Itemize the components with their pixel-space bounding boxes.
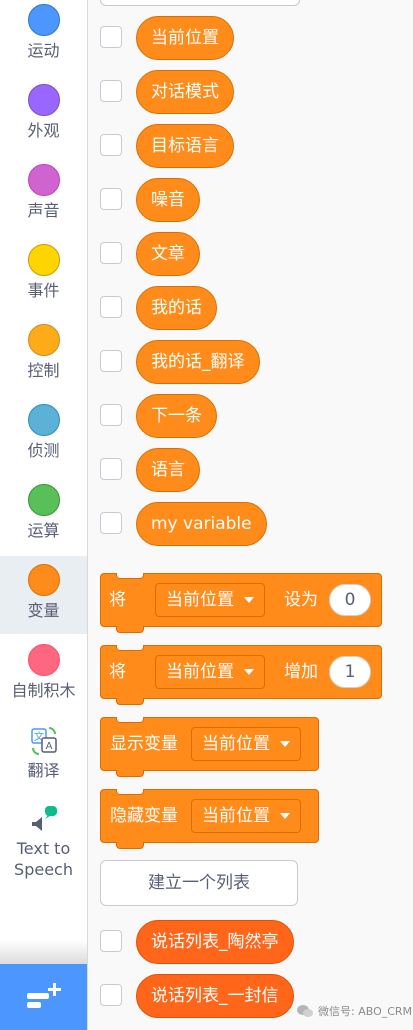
variable-reporter[interactable]: 当前位置 xyxy=(136,16,234,60)
category-sound[interactable]: 声音 xyxy=(0,160,87,238)
list-checkbox[interactable] xyxy=(100,984,122,1006)
variable-dropdown[interactable]: 当前位置 xyxy=(191,727,301,761)
variable-reporter[interactable]: 文章 xyxy=(136,232,200,276)
category-label: 运动 xyxy=(27,41,60,60)
events-dot-icon xyxy=(27,244,60,276)
category-label: 外观 xyxy=(27,121,60,140)
variable-reporter[interactable]: my variable xyxy=(136,502,267,546)
add-extension-button[interactable] xyxy=(0,964,87,1030)
list-reporter[interactable]: 说话列表_一封信 xyxy=(136,974,294,1018)
dropdown-arrow-icon xyxy=(280,741,290,747)
block-text: 增加 xyxy=(284,662,318,682)
watermark: 微信号: ABO_CRM xyxy=(296,1000,412,1022)
block-text: 将 xyxy=(109,662,126,682)
variable-checkbox[interactable] xyxy=(100,134,122,156)
variable-checkbox[interactable] xyxy=(100,242,122,264)
category-sidebar: 运动 外观 声音 事件 控制 侦测 运算 变量 自制积木 文 A 翻译 Text… xyxy=(0,0,88,1030)
change-variable-block[interactable]: 将 当前位置 增加 1 xyxy=(100,645,382,705)
block-text: 隐藏变量 xyxy=(110,806,178,826)
variable-reporter[interactable]: 下一条 xyxy=(136,394,217,438)
variable-checkbox[interactable] xyxy=(100,80,122,102)
category-looks[interactable]: 外观 xyxy=(0,80,87,158)
category-label: 运算 xyxy=(27,521,60,540)
translate-icon: 文 A xyxy=(27,724,61,758)
list-checkbox[interactable] xyxy=(100,930,122,952)
variable-checkbox[interactable] xyxy=(100,404,122,426)
category-events[interactable]: 事件 xyxy=(0,240,87,318)
variable-reporter[interactable]: 噪音 xyxy=(136,178,200,222)
variable-dropdown[interactable]: 当前位置 xyxy=(155,583,265,617)
dropdown-value: 当前位置 xyxy=(202,806,270,826)
list-reporter[interactable]: 说话列表_陶然亭 xyxy=(136,920,294,964)
category-label: 事件 xyxy=(27,281,60,300)
category-label: 自制积木 xyxy=(11,681,76,700)
variable-reporter[interactable]: 我的话 xyxy=(136,286,217,330)
variable-checkbox[interactable] xyxy=(100,296,122,318)
variable-dropdown[interactable]: 当前位置 xyxy=(155,655,265,689)
block-text: 将 xyxy=(109,590,126,610)
dropdown-value: 当前位置 xyxy=(166,590,234,610)
category-label: 侦测 xyxy=(27,441,60,460)
add-extension-icon xyxy=(26,983,61,1008)
motion-dot-icon xyxy=(27,4,60,36)
speaker-icon xyxy=(27,802,61,836)
watermark-text: 微信号: ABO_CRM xyxy=(318,1005,413,1018)
variable-dropdown[interactable]: 当前位置 xyxy=(191,799,301,833)
dropdown-arrow-icon xyxy=(244,669,254,675)
wechat-icon xyxy=(297,1005,313,1017)
operators-dot-icon xyxy=(27,484,60,516)
category-label: 变量 xyxy=(27,601,60,620)
block-palette: 当前位置 对话模式 目标语言 噪音 文章 我的话 我的话_翻译 下一条 语言 m… xyxy=(88,0,413,1030)
sound-dot-icon xyxy=(27,164,60,196)
variable-checkbox[interactable] xyxy=(100,458,122,480)
category-my-blocks[interactable]: 自制积木 xyxy=(0,640,87,718)
set-variable-block[interactable]: 将 当前位置 设为 0 xyxy=(100,573,382,633)
sidebar-fade xyxy=(0,940,87,964)
block-text: 设为 xyxy=(284,590,318,610)
variable-reporter[interactable]: 语言 xyxy=(136,448,200,492)
block-text: 显示变量 xyxy=(110,734,178,754)
category-operators[interactable]: 运算 xyxy=(0,480,87,558)
dropdown-value: 当前位置 xyxy=(166,662,234,682)
show-variable-block[interactable]: 显示变量 当前位置 xyxy=(100,717,319,777)
category-sensing[interactable]: 侦测 xyxy=(0,400,87,478)
variable-checkbox[interactable] xyxy=(100,512,122,534)
control-dot-icon xyxy=(27,324,60,356)
variable-reporter[interactable]: 对话模式 xyxy=(136,70,234,114)
dropdown-value: 当前位置 xyxy=(202,734,270,754)
sensing-dot-icon xyxy=(27,404,60,436)
variables-dot-icon xyxy=(27,564,60,596)
make-list-button[interactable]: 建立一个列表 xyxy=(100,860,298,906)
variable-checkbox[interactable] xyxy=(100,350,122,372)
dropdown-arrow-icon xyxy=(244,597,254,603)
category-label: 翻译 xyxy=(27,761,60,780)
dropdown-arrow-icon xyxy=(280,813,290,819)
variable-checkbox[interactable] xyxy=(100,188,122,210)
svg-text:A: A xyxy=(45,741,52,752)
category-label: 控制 xyxy=(27,361,60,380)
hide-variable-block[interactable]: 隐藏变量 当前位置 xyxy=(100,789,319,849)
category-control[interactable]: 控制 xyxy=(0,320,87,398)
variable-reporter[interactable]: 目标语言 xyxy=(136,124,234,168)
category-motion[interactable]: 运动 xyxy=(0,0,87,78)
category-label: 声音 xyxy=(27,201,60,220)
looks-dot-icon xyxy=(27,84,60,116)
value-input[interactable]: 0 xyxy=(329,584,371,616)
category-variables[interactable]: 变量 xyxy=(0,556,87,634)
make-variable-button[interactable] xyxy=(100,0,300,6)
value-input[interactable]: 1 xyxy=(329,656,371,688)
category-translate[interactable]: 文 A 翻译 xyxy=(0,722,87,800)
my-blocks-dot-icon xyxy=(27,644,60,676)
variable-reporter[interactable]: 我的话_翻译 xyxy=(136,340,260,384)
category-label: Text to Speech xyxy=(14,839,73,879)
category-text-to-speech[interactable]: Text to Speech xyxy=(0,800,87,890)
variable-checkbox[interactable] xyxy=(100,26,122,48)
